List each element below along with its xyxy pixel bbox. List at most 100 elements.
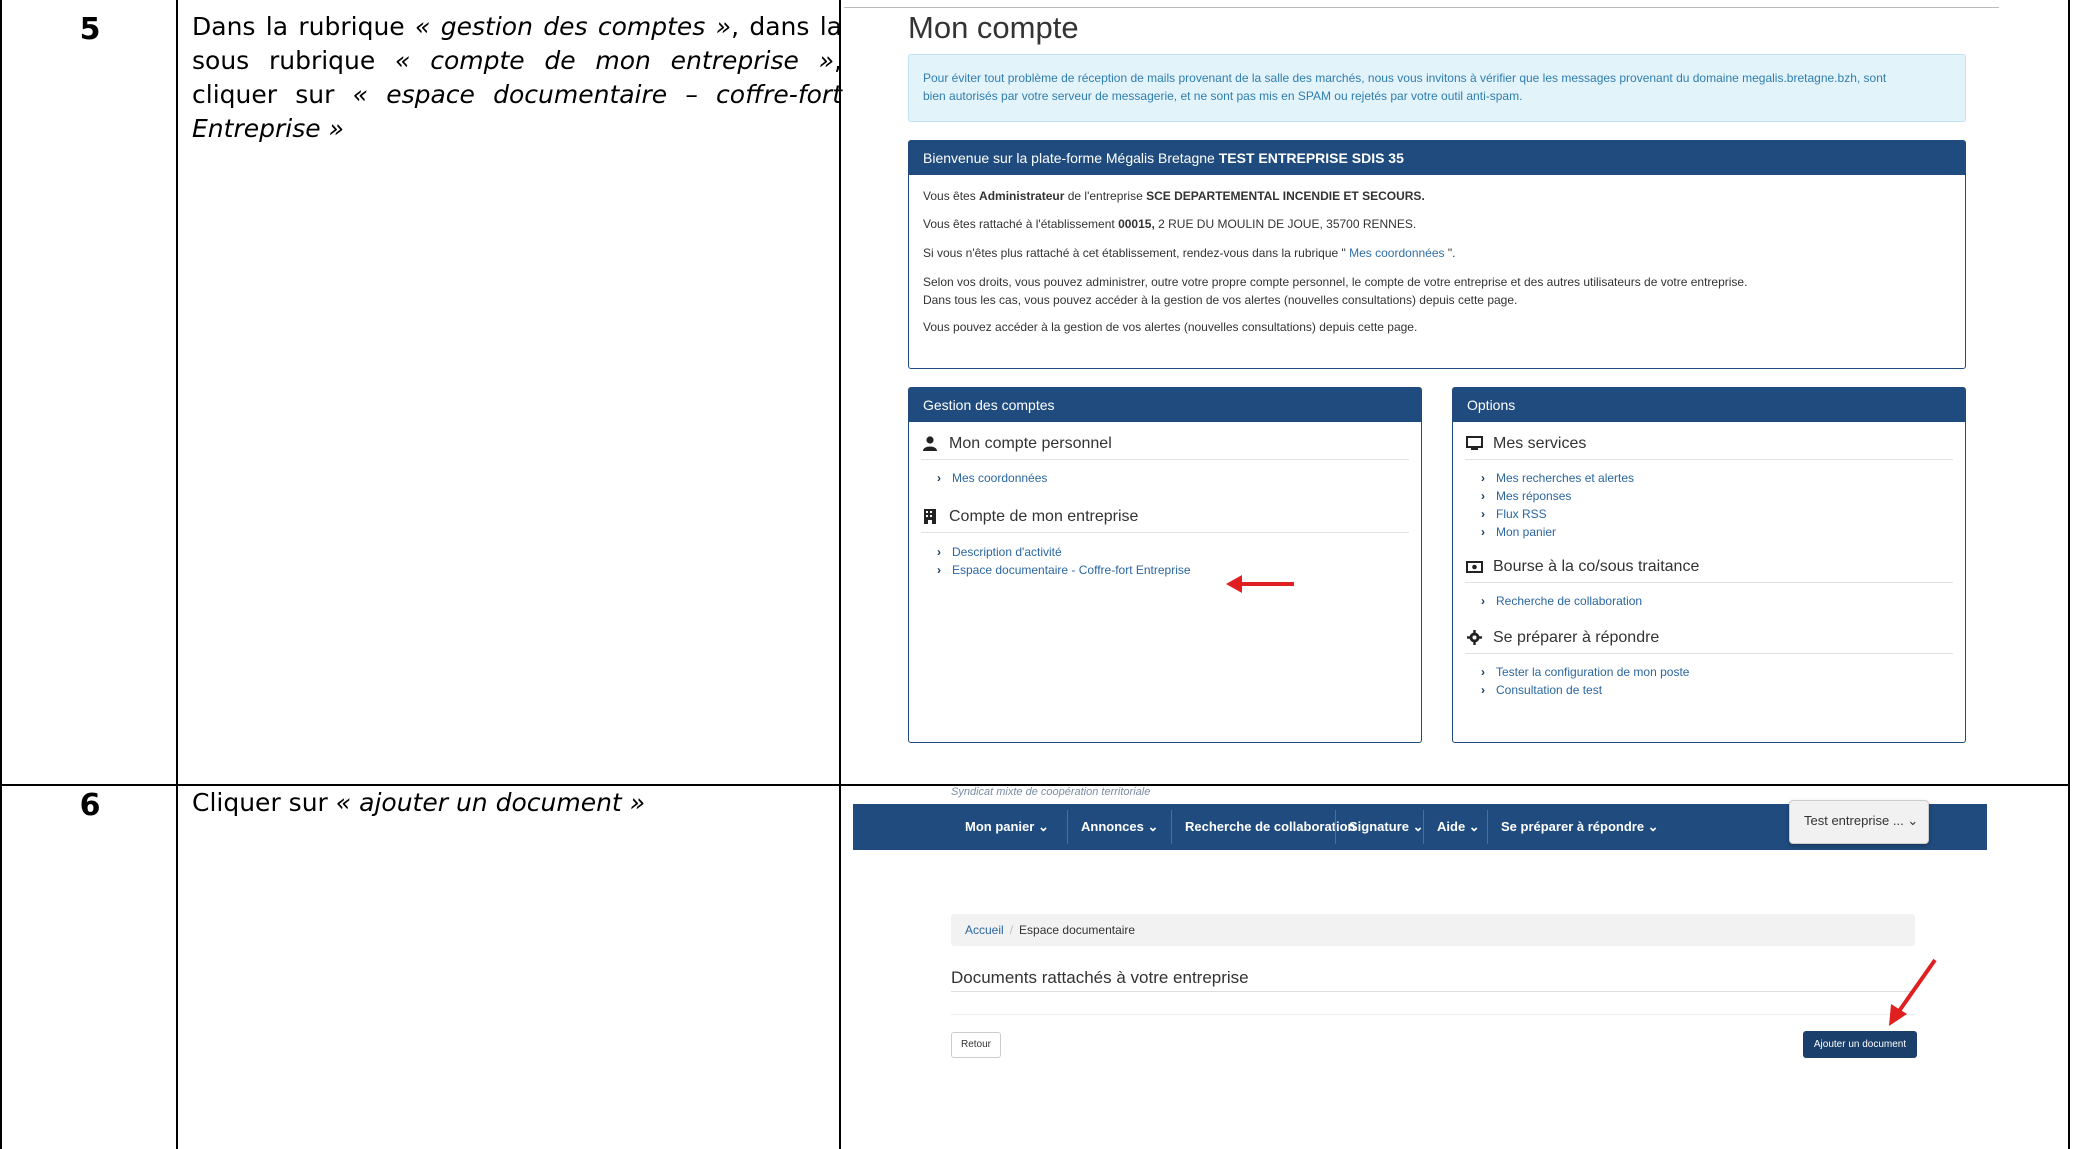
step-number: 5: [79, 12, 101, 47]
mes-coordonnees-link[interactable]: Mes coordonnées: [1349, 246, 1444, 260]
divider: [951, 991, 1915, 992]
instruction-text-run: « compte de mon entreprise »: [395, 46, 835, 75]
gestion-comptes-panel: Gestion des comptes Mon compte personnel…: [908, 387, 1422, 743]
section-title: Mon compte personnel: [949, 434, 1112, 452]
nav-mon-panier[interactable]: Mon panier ⌄: [965, 804, 1049, 850]
nav-signature[interactable]: Signature ⌄: [1349, 804, 1423, 850]
link-label: Recherche de collaboration: [1496, 594, 1643, 608]
gestion-panel-header: Gestion des comptes: [909, 388, 1421, 422]
espace-documentaire-screenshot: Syndicat mixte de coopération territoria…: [853, 786, 1987, 1149]
chevron-right-icon: ›: [1481, 489, 1485, 503]
divider: [844, 7, 1999, 8]
section-title: Mes services: [1493, 434, 1587, 452]
se-preparer-heading: Se préparer à répondre: [1465, 622, 1953, 654]
alert-text-line: bien autorisés par votre serveur de mess…: [923, 89, 1523, 103]
step-instruction: Cliquer sur « ajouter un document »: [192, 786, 842, 820]
breadcrumb-home-link[interactable]: Accueil: [965, 923, 1004, 937]
nav-divider: [1067, 810, 1068, 844]
divider: [951, 1014, 1915, 1015]
nav-recherche-collaboration[interactable]: Recherche de collaboration: [1185, 804, 1356, 850]
coordinates-hint: Si vous n'êtes plus rattaché à cet établ…: [923, 246, 1456, 260]
money-icon: [1465, 558, 1483, 576]
mon-compte-screenshot: Mon compte Pour éviter tout problème de …: [844, 0, 2076, 785]
gear-icon: [1465, 629, 1483, 647]
nav-divider: [1171, 810, 1172, 844]
table-border-col1: [176, 0, 178, 1149]
service-link[interactable]: › Mes réponses: [1481, 487, 1965, 505]
mon-compte-personnel-heading: Mon compte personnel: [921, 428, 1409, 460]
nav-divider: [1423, 810, 1424, 844]
link-label: Description d'activité: [952, 545, 1062, 559]
monitor-icon: [1465, 435, 1483, 453]
step-number: 6: [79, 788, 101, 823]
consultation-test-link[interactable]: › Consultation de test: [1481, 681, 1965, 699]
mes-coordonnees-link[interactable]: › Mes coordonnées: [937, 469, 1421, 487]
alerts-line: Dans tous les cas, vous pouvez accéder à…: [923, 293, 1518, 307]
section-title: Se préparer à répondre: [1493, 628, 1660, 646]
role-line: Vous êtes Administrateur de l'entreprise…: [923, 189, 1425, 203]
table-border-left: [0, 0, 2, 1149]
link-label: Mes coordonnées: [952, 471, 1048, 485]
info-alert: Pour éviter tout problème de réception d…: [908, 54, 1966, 122]
nav-annonces[interactable]: Annonces ⌄: [1081, 804, 1158, 850]
red-arrow-icon: [1226, 575, 1294, 593]
documents-heading: Documents rattachés à votre entreprise: [951, 968, 1249, 987]
establishment-line: Vous êtes rattaché à l'établissement 000…: [923, 217, 1417, 231]
nav-aide[interactable]: Aide ⌄: [1437, 804, 1480, 850]
site-tagline: Syndicat mixte de coopération territoria…: [951, 786, 1151, 798]
chevron-right-icon: ›: [1481, 507, 1485, 521]
compte-entreprise-heading: Compte de mon entreprise: [921, 501, 1409, 533]
chevron-right-icon: ›: [1481, 665, 1485, 679]
link-label: Consultation de test: [1496, 683, 1603, 697]
breadcrumb-current: Espace documentaire: [1019, 923, 1136, 937]
link-label: Mon panier: [1496, 525, 1557, 539]
building-icon: [921, 508, 939, 526]
link-label: Mes recherches et alertes: [1496, 471, 1635, 485]
company-name: TEST ENTREPRISE SDIS 35: [1218, 150, 1404, 166]
instruction-text-run: Cliquer sur: [192, 788, 336, 817]
service-link[interactable]: › Mon panier: [1481, 523, 1965, 541]
rights-line: Selon vos droits, vous pouvez administre…: [923, 275, 1748, 289]
page-title: Mon compte: [908, 10, 1079, 45]
chevron-right-icon: ›: [937, 545, 941, 559]
alerts-line-2: Vous pouvez accéder à la gestion de vos …: [923, 320, 1418, 334]
instruction-text-run: « ajouter un document »: [335, 788, 646, 817]
chevron-right-icon: ›: [937, 471, 941, 485]
ajouter-document-button[interactable]: Ajouter un document: [1803, 1031, 1917, 1058]
retour-button[interactable]: Retour: [951, 1032, 1001, 1058]
breadcrumb-separator: /: [1009, 923, 1014, 937]
section-title: Bourse à la co/sous traitance: [1493, 557, 1700, 575]
options-panel-header: Options: [1453, 388, 1965, 422]
welcome-panel-header: Bienvenue sur la plate-forme Mégalis Bre…: [909, 141, 1965, 175]
instruction-text-run: Dans la rubrique: [192, 12, 415, 41]
chevron-right-icon: ›: [937, 563, 941, 577]
service-link[interactable]: › Mes recherches et alertes: [1481, 469, 1965, 487]
nav-divider: [1487, 810, 1488, 844]
link-label: Tester la configuration de mon poste: [1496, 665, 1690, 679]
mes-services-heading: Mes services: [1465, 428, 1953, 460]
nav-divider: [1335, 810, 1336, 844]
link-label: Flux RSS: [1496, 507, 1547, 521]
step-instruction: Dans la rubrique « gestion des comptes »…: [192, 10, 842, 146]
welcome-panel: Bienvenue sur la plate-forme Mégalis Bre…: [908, 140, 1966, 369]
nav-se-preparer[interactable]: Se préparer à répondre ⌄: [1501, 804, 1659, 850]
section-title: Compte de mon entreprise: [949, 507, 1139, 525]
tester-configuration-link[interactable]: › Tester la configuration de mon poste: [1481, 663, 1965, 681]
espace-documentaire-link[interactable]: › Espace documentaire - Coffre-fort Entr…: [937, 561, 1421, 579]
user-menu-dropdown[interactable]: Test entreprise ... ⌄: [1789, 800, 1929, 844]
user-icon: [921, 435, 939, 453]
chevron-right-icon: ›: [1481, 594, 1485, 608]
table-border-col2: [839, 0, 841, 1149]
breadcrumb: Accueil / Espace documentaire: [951, 914, 1915, 946]
description-activite-link[interactable]: › Description d'activité: [937, 543, 1421, 561]
service-link[interactable]: › Flux RSS: [1481, 505, 1965, 523]
bourse-heading: Bourse à la co/sous traitance: [1465, 551, 1953, 583]
alert-text-line: Pour éviter tout problème de réception d…: [923, 71, 1887, 85]
chevron-right-icon: ›: [1481, 471, 1485, 485]
instruction-text-run: « gestion des comptes »: [415, 12, 732, 41]
link-label: Mes réponses: [1496, 489, 1572, 503]
link-label: Espace documentaire - Coffre-fort Entrep…: [952, 563, 1191, 577]
welcome-prefix: Bienvenue sur la plate-forme Mégalis Bre…: [923, 150, 1219, 166]
options-panel: Options Mes services › Mes recherches et …: [1452, 387, 1966, 743]
recherche-collaboration-link[interactable]: › Recherche de collaboration: [1481, 592, 1965, 610]
